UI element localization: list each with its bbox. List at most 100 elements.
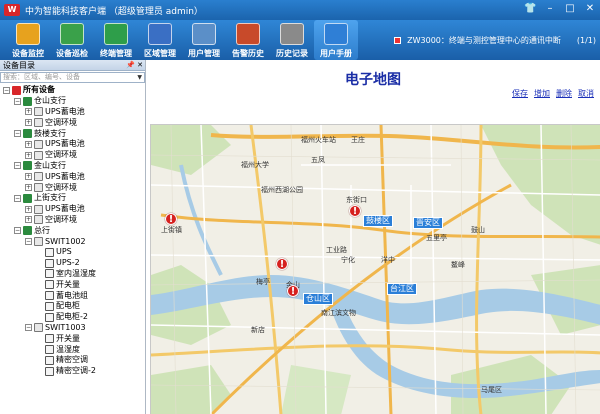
tree-node[interactable]: + UPS蓄电池 (0, 204, 145, 215)
status-page: (1/1) (576, 35, 596, 45)
tree-node[interactable]: + 空调环境 (0, 117, 145, 128)
dev-icon (34, 139, 43, 149)
action-link-2[interactable]: 删除 (556, 88, 572, 99)
district-label: 仓山区 (303, 293, 333, 305)
alarm-pin: ! (349, 205, 361, 217)
tree-node[interactable]: 温湿度 (0, 344, 145, 355)
tree-node[interactable]: 蓄电池组 (0, 290, 145, 301)
history-db-icon (280, 23, 304, 45)
toolbar-button-0[interactable]: 设备监控 (6, 20, 50, 60)
place-label: 福州火车站 (301, 136, 336, 144)
tree-node[interactable]: 精密空调-2 (0, 366, 145, 377)
sub-icon (45, 355, 54, 365)
collapse-icon[interactable]: − (25, 324, 32, 332)
toolbar-button-5[interactable]: 告警历史 (226, 20, 270, 60)
tree-node[interactable]: − 所有设备 (0, 85, 145, 96)
tree-node[interactable]: − 总行 (0, 225, 145, 236)
collapse-icon[interactable]: − (14, 97, 21, 105)
alarm-marker-icon[interactable]: ! (276, 258, 288, 272)
district-label: 晋安区 (413, 217, 443, 229)
place-label: 鳌峰 (451, 261, 465, 269)
expand-icon[interactable]: + (25, 151, 32, 159)
alarm-marker-icon[interactable]: ! (349, 205, 361, 219)
device-tree: − 所有设备 − 仓山支行 + UPS蓄电池 + 空调环境 − 鼓楼支行 + UPS蓄电池 + 空调环境 −… (0, 84, 145, 377)
toolbar-button-3[interactable]: 区域管理 (138, 20, 182, 60)
tree-node[interactable]: − SWIT1003 (0, 323, 145, 334)
expand-icon[interactable]: + (25, 108, 32, 116)
tree-node-label: 总行 (34, 225, 50, 235)
tree-node-label: UPS蓄电池 (45, 204, 85, 214)
tree-node[interactable]: + UPS蓄电池 (0, 171, 145, 182)
maximize-icon[interactable]: □ (564, 3, 576, 15)
tree-node[interactable]: − 鼓楼支行 (0, 128, 145, 139)
sub-icon (45, 269, 54, 279)
toolbar-button-4[interactable]: 用户管理 (182, 20, 226, 60)
toolbar-button-6[interactable]: 历史记录 (270, 20, 314, 60)
action-link-1[interactable]: 增加 (534, 88, 550, 99)
sub-icon (45, 366, 54, 376)
expand-icon[interactable]: + (25, 216, 32, 224)
tree-node[interactable]: 开关量 (0, 279, 145, 290)
main-panel: 电子地图 保存 增加 删除 取消 鼓楼区 晋安区 仓山区 台江区 上街镇 福州大… (146, 60, 600, 414)
expand-icon[interactable]: + (25, 119, 32, 127)
search-placeholder: 搜索：区域、编号、设备 (3, 73, 80, 81)
device-search-input[interactable]: 搜索：区域、编号、设备 ▼ (0, 72, 145, 83)
tree-node-label: 室内温湿度 (56, 268, 96, 278)
tree-node[interactable]: 配电柜 (0, 301, 145, 312)
action-link-0[interactable]: 保存 (512, 88, 528, 99)
alarm-marker-icon[interactable]: ! (165, 213, 177, 227)
collapse-icon[interactable]: − (14, 162, 21, 170)
place-label: 福州西湖公园 (261, 186, 303, 194)
tree-node[interactable]: + UPS蓄电池 (0, 107, 145, 118)
dev-icon (34, 172, 43, 182)
tree-node[interactable]: 开关量 (0, 333, 145, 344)
alarm-marker-icon[interactable]: ! (287, 285, 299, 299)
tree-node[interactable]: UPS (0, 247, 145, 258)
tree-node-label: 蓄电池组 (56, 290, 88, 300)
dev-icon (34, 107, 43, 117)
sub-icon (45, 312, 54, 322)
collapse-icon[interactable]: − (14, 194, 21, 202)
tree-node[interactable]: + 空调环境 (0, 150, 145, 161)
tree-node-label: SWIT1003 (45, 322, 86, 332)
skin-icon[interactable]: 👕 (524, 3, 536, 15)
tree-node[interactable]: UPS-2 (0, 258, 145, 269)
page-title: 电子地图 (345, 72, 401, 88)
toolbar-button-2[interactable]: 终端管理 (94, 20, 138, 60)
sub-icon (45, 258, 54, 268)
toolbar-label: 历史记录 (276, 49, 308, 58)
tree-node[interactable]: + UPS蓄电池 (0, 139, 145, 150)
status-message: ZW3000：终端与测控管理中心的通讯中断 (407, 35, 561, 45)
collapse-icon[interactable]: − (25, 238, 32, 246)
tree-node[interactable]: 配电柜-2 (0, 312, 145, 323)
expand-icon[interactable]: + (25, 184, 32, 192)
expand-icon[interactable]: + (25, 173, 32, 181)
dropdown-arrow-icon[interactable]: ▼ (137, 73, 142, 82)
toolbar-button-1[interactable]: 设备巡检 (50, 20, 94, 60)
collapse-icon[interactable]: − (3, 86, 10, 94)
toolbar-button-7[interactable]: 用户手册 (314, 20, 358, 60)
sub-icon (45, 247, 54, 257)
minimize-icon[interactable]: – (544, 3, 556, 15)
dev-icon (34, 215, 43, 225)
tree-node[interactable]: − 金山支行 (0, 161, 145, 172)
expand-icon[interactable]: + (25, 140, 32, 148)
expand-icon[interactable]: + (25, 205, 32, 213)
tree-node[interactable]: 精密空调 (0, 355, 145, 366)
tree-node[interactable]: 室内温湿度 (0, 269, 145, 280)
close-icon[interactable]: ✕ (584, 3, 596, 15)
close-panel-icon[interactable]: ✕ (137, 61, 143, 69)
tree-node[interactable]: + 空调环境 (0, 215, 145, 226)
tree-node[interactable]: + 空调环境 (0, 182, 145, 193)
electronic-map[interactable]: 鼓楼区晋安区仓山区台江区上街镇金山福州大学五凤东街口五里亭宁化洋中工业路梅亭鳌峰… (150, 124, 600, 414)
pin-icon[interactable]: 📌 (126, 61, 135, 69)
tree-node[interactable]: − SWIT1002 (0, 236, 145, 247)
collapse-icon[interactable]: − (14, 130, 21, 138)
place-label: 王庄 (351, 136, 365, 144)
action-link-3[interactable]: 取消 (578, 88, 594, 99)
tree-node[interactable]: − 仓山支行 (0, 96, 145, 107)
help-icon (324, 23, 348, 45)
tree-node[interactable]: − 上街支行 (0, 193, 145, 204)
collapse-icon[interactable]: − (14, 227, 21, 235)
tree-node-label: SWIT1002 (45, 236, 86, 246)
